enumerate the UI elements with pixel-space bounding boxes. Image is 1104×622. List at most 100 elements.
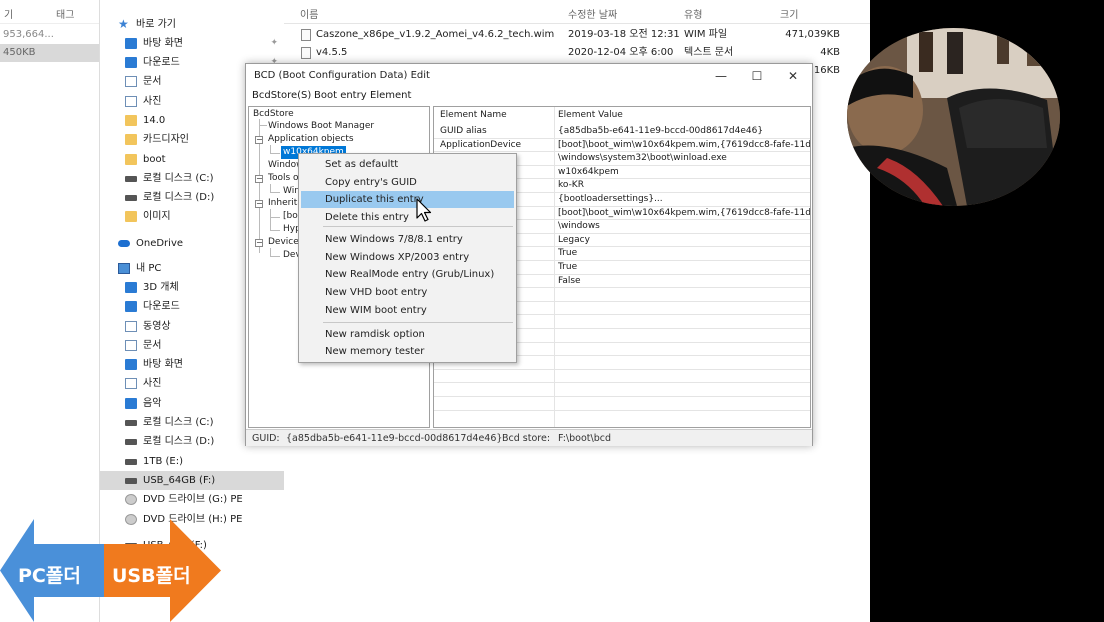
folder-icon [125,134,137,145]
collapse-icon[interactable]: − [255,136,263,144]
nav-item[interactable]: USB_64GB (F:) [100,471,284,490]
nav-item-label: 사진 [143,96,162,107]
element-name-header[interactable]: Element Name [440,107,507,123]
dialog-titlebar[interactable]: BCD (Boot Configuration Data) Edit — ☐ ✕ [246,64,812,88]
nav-item-label: 로컬 디스크 (D:) [143,436,215,447]
context-menu-item[interactable]: New WIM boot entry [301,302,514,319]
desktop-icon [125,359,137,370]
context-menu-item[interactable]: New memory tester [301,343,514,360]
file-date: 2019-03-18 오전 12:31 [568,29,680,40]
pictures-icon [125,378,137,389]
nav-item-label: 사진 [143,378,162,389]
nav-item[interactable]: DVD 드라이브 (G:) PE [100,490,284,509]
context-menu-item[interactable]: New VHD boot entry [301,284,514,301]
file-icon [301,29,311,41]
file-type: 텍스트 문서 [684,47,734,58]
element-value-cell: True [558,248,578,259]
drive-icon [125,420,137,426]
context-menu-item[interactable]: Set as defaultt [301,156,514,173]
size-column-header[interactable]: 기 [4,6,13,21]
element-value-cell: ko-KR [558,180,584,191]
star-icon: ★ [118,17,129,31]
context-menu-item[interactable]: Copy entry's GUID [301,174,514,191]
context-menu-item[interactable]: New Windows 7/8/8.1 entry [301,231,514,248]
left-column-header: 기 태그 [0,0,99,24]
type-column-header[interactable]: 유형 [684,6,702,21]
dvd-icon [125,494,137,505]
context-menu: Set as defaultt Copy entry's GUID Duplicat… [298,153,517,363]
grid-row[interactable] [434,383,810,397]
collapse-icon[interactable]: − [255,200,263,208]
nav-item-label: 내 PC [136,263,162,274]
element-value-cell: [boot]\boot_wim\w10x64kpem.wim,{7619dcc8… [558,207,810,218]
context-menu-item[interactable]: New ramdisk option [301,326,514,343]
tag-column-header[interactable]: 태그 [56,6,74,21]
menu-separator [323,322,513,323]
left-file-row-selected[interactable]: 450KB [0,44,99,62]
collapse-icon[interactable]: − [255,239,263,247]
close-icon[interactable]: ✕ [778,67,808,85]
drive-icon [125,459,137,465]
file-size: 16KB [813,65,840,76]
element-value-cell: Legacy [558,234,590,245]
file-size-text: 450KB [3,47,36,58]
guid-label: GUID: [252,433,280,444]
3d-objects-icon [125,282,137,293]
element-value-cell: False [558,275,581,286]
tree-node-boot-manager[interactable]: Windows Boot Manager [268,120,374,133]
element-value-header[interactable]: Element Value [558,107,623,123]
usb-drive-icon [125,478,137,484]
grid-row[interactable]: GUID alias {a85dba5b-e641-11e9-bccd-00d86… [434,125,810,139]
element-value-cell: w10x64kpem [558,166,619,177]
minimize-icon[interactable]: — [706,67,736,85]
drive-icon [125,439,137,445]
date-column-header[interactable]: 수정한 날짜 [568,6,617,21]
menu-boot-entry[interactable]: Boot entry [314,90,367,101]
nav-item[interactable]: ★ 바로 가기 [100,15,284,34]
desktop-icon [125,38,137,49]
tree-node-application-objects[interactable]: Application objects [268,133,354,146]
download-icon [125,57,137,68]
maximize-icon[interactable]: ☐ [742,67,772,85]
file-row[interactable]: Caszone_x86pe_v1.9.2_Aomei_v4.6.2_tech.w… [284,26,870,44]
file-name: v4.5.5 [316,47,348,58]
nav-item-label: 로컬 디스크 (D:) [143,192,215,203]
webcam-person-image [847,28,1060,206]
element-value-cell: {a85dba5b-e641-11e9-bccd-00d8617d4e46} [558,126,764,136]
size-column-header[interactable]: 크기 [780,6,798,21]
context-menu-item[interactable]: New Windows XP/2003 entry [301,249,514,266]
file-size-text: 953,664... [3,29,54,40]
grid-row[interactable] [434,370,810,384]
collapse-icon[interactable]: − [255,175,263,183]
element-name-cell: ApplicationDevice [440,139,522,150]
left-file-row[interactable]: 953,664... [0,26,99,44]
file-size: 4KB [820,47,840,58]
nav-item-label: DVD 드라이브 (G:) PE [143,494,243,505]
element-value-cell: [boot]\boot_wim\w10x64kpem.wim,{7619dcc8… [558,139,810,150]
dialog-statusbar: GUID: {a85dba5b-e641-11e9-bccd-00d8617d4… [246,429,812,446]
nav-item[interactable]: 바탕 화면 ✦ [100,34,284,53]
music-icon [125,398,137,409]
context-menu-item[interactable]: Duplicate this entry [301,191,514,208]
context-menu-item[interactable]: New RealMode entry (Grub/Linux) [301,266,514,283]
nav-item-label: boot [143,154,166,165]
grid-row[interactable] [434,397,810,411]
nav-item-label: 음악 [143,398,162,409]
webcam-overlay [847,28,1060,206]
nav-item-label: 14.0 [143,115,166,126]
file-row[interactable]: v4.5.5 2020-12-04 오후 6:00 텍스트 문서 4KB [284,44,870,62]
menu-bcdstore[interactable]: BcdStore(S) [252,90,311,101]
pc-folder-label: PC폴더 [18,565,81,587]
nav-item-label: 이미지 [143,211,171,222]
menu-element[interactable]: Element [370,90,411,101]
context-menu-item[interactable]: Delete this entry [301,209,514,226]
nav-item-label: USB_64GB (F:) [143,475,216,486]
file-size: 471,039KB [785,29,840,40]
nav-item[interactable]: 1TB (E:) [100,452,284,471]
bcd-store-label: Bcd store: [502,433,551,444]
video-icon [125,321,137,332]
nav-item-label: 로컬 디스크 (C:) [143,417,214,428]
name-column-header[interactable]: 이름 [300,6,318,21]
drive-icon [125,195,137,201]
grid-row[interactable]: ApplicationDevice [boot]\boot_wim\w10x64k… [434,139,810,153]
